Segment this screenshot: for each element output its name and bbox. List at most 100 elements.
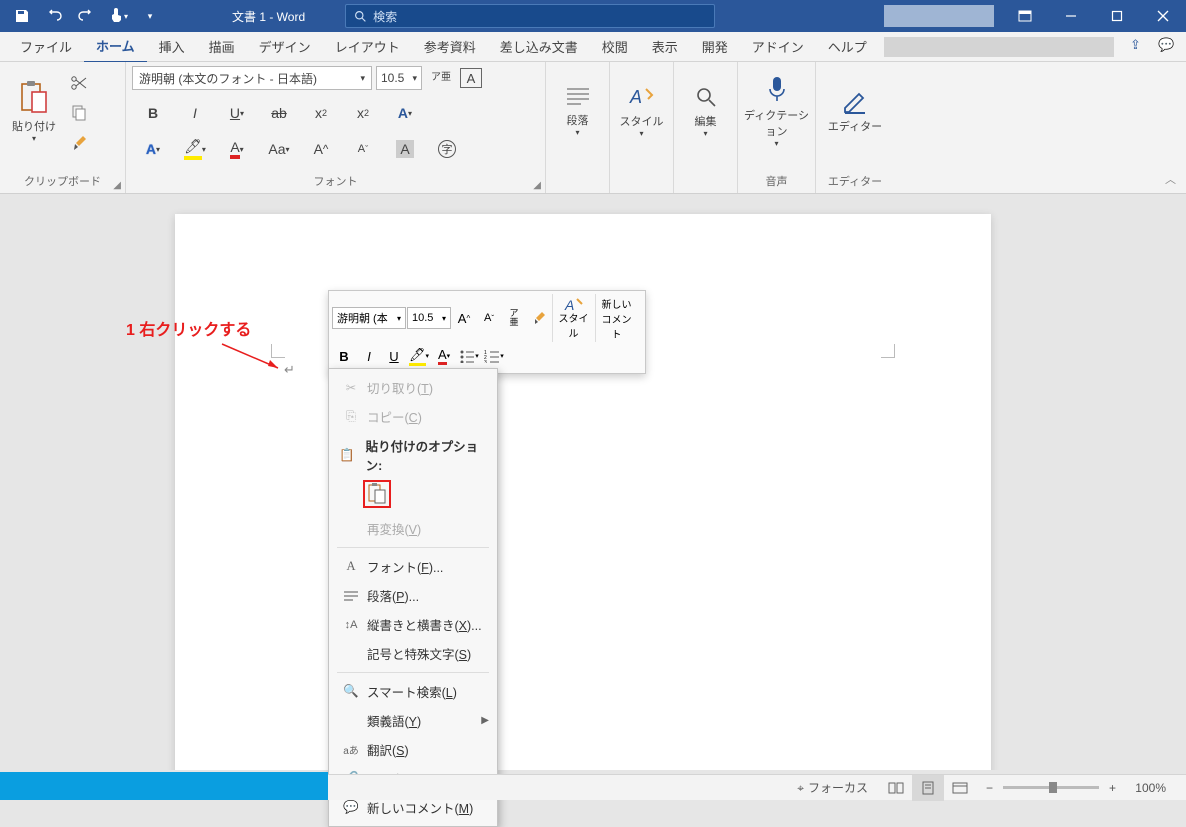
zoom-in[interactable]: +	[1109, 781, 1116, 795]
tab-home[interactable]: ホーム	[84, 30, 147, 64]
sb-print-layout[interactable]	[912, 775, 944, 801]
mini-bold[interactable]: B	[332, 344, 356, 368]
subscript-button[interactable]: x2	[300, 98, 342, 128]
tab-developer[interactable]: 開発	[690, 31, 740, 62]
dictate-button[interactable]: ディクテーション▾	[744, 66, 809, 156]
clipboard-dialog-launcher[interactable]: ◢	[113, 180, 121, 191]
cm-synonyms[interactable]: 類義語(Y) ▶	[329, 706, 497, 735]
phonetic-guide-button[interactable]: ア亜	[426, 66, 456, 90]
editor-button[interactable]: エディター	[822, 66, 888, 156]
italic-button[interactable]: I	[174, 98, 216, 128]
mini-format-painter[interactable]	[527, 306, 551, 330]
collapse-ribbon-button[interactable]: ︿	[1165, 171, 1176, 187]
redo-button[interactable]	[72, 2, 100, 30]
touch-mode-button[interactable]: ▾	[104, 2, 132, 30]
cm-font[interactable]: A フォント(F)...	[329, 552, 497, 581]
maximize-button[interactable]	[1094, 0, 1140, 32]
quick-access-toolbar: ▾ ▾	[0, 2, 172, 30]
sb-web-layout[interactable]	[944, 775, 976, 801]
sb-focus-mode[interactable]: ⌖フォーカス	[785, 779, 880, 796]
enclose-char-button[interactable]: 字	[426, 134, 468, 164]
editing-button[interactable]: 編集▾	[680, 66, 731, 156]
scissors-icon	[70, 74, 88, 92]
cm-smart-lookup[interactable]: 🔍 スマート検索(L)	[329, 677, 497, 706]
cm-text-direction[interactable]: ↕A 縦書きと横書き(X)...	[329, 610, 497, 639]
tab-insert[interactable]: 挿入	[147, 31, 197, 62]
sb-read-mode[interactable]	[880, 775, 912, 801]
copy-button[interactable]	[64, 100, 94, 126]
mini-size-combo[interactable]: 10.5▾	[407, 307, 451, 329]
paragraph-button[interactable]: 段落▾	[552, 66, 603, 156]
strikethrough-button[interactable]: ab	[258, 98, 300, 128]
tab-references[interactable]: 参考資料	[412, 31, 488, 62]
tab-addins[interactable]: アドイン	[740, 31, 816, 62]
search-box[interactable]: 検索	[345, 4, 715, 28]
account-area[interactable]	[884, 37, 1114, 57]
change-case-button[interactable]: Aa▾	[258, 134, 300, 164]
char-border-button[interactable]: A	[460, 68, 482, 88]
copy-icon: ⎘	[339, 409, 363, 424]
cm-paragraph[interactable]: 段落(P)...	[329, 581, 497, 610]
font-size-combo[interactable]: 10.5▾	[376, 66, 422, 90]
zoom-control: − + 100%	[976, 781, 1176, 795]
tab-file[interactable]: ファイル	[8, 31, 84, 62]
mini-italic[interactable]: I	[357, 344, 381, 368]
comments-button[interactable]: 💬	[1158, 37, 1178, 57]
font-dialog-launcher[interactable]: ◢	[533, 180, 541, 191]
group-editor: エディター エディター	[816, 62, 894, 193]
mini-grow-font[interactable]: A^	[452, 306, 476, 330]
close-button[interactable]	[1140, 0, 1186, 32]
cm-symbols[interactable]: 記号と特殊文字(S)	[329, 639, 497, 668]
tab-help[interactable]: ヘルプ	[816, 31, 879, 62]
tab-view[interactable]: 表示	[640, 31, 690, 62]
mini-highlight[interactable]: 🖊▾	[407, 344, 431, 368]
paste-button[interactable]: 貼り付け ▾	[6, 66, 62, 156]
brush-icon	[70, 134, 88, 152]
cm-translate[interactable]: aあ 翻訳(S)	[329, 735, 497, 764]
cut-button[interactable]	[64, 70, 94, 96]
shrink-font-button[interactable]: Aˇ	[342, 134, 384, 164]
mini-font-combo[interactable]: 游明朝 (本▾	[332, 307, 406, 329]
svg-text:A: A	[629, 87, 642, 107]
mini-numbering[interactable]: 123▾	[482, 344, 506, 368]
font-name-combo[interactable]: 游明朝 (本文のフォント - 日本語)▾	[132, 66, 372, 90]
zoom-level[interactable]: 100%	[1126, 781, 1166, 795]
zoom-out[interactable]: −	[986, 781, 993, 795]
cm-reconvert: 再変換(V)	[329, 514, 497, 543]
tab-design[interactable]: デザイン	[247, 31, 323, 62]
title-bar: ▾ ▾ 文書 1 - Word 検索	[0, 0, 1186, 32]
tab-mailings[interactable]: 差し込み文書	[488, 31, 590, 62]
underline-button[interactable]: U ▾	[216, 98, 258, 128]
styles-button[interactable]: A スタイル▾	[616, 66, 667, 156]
font-color-button[interactable]: A▾	[216, 134, 258, 164]
mini-font-color[interactable]: A▾	[432, 344, 456, 368]
cm-paste-keep-source[interactable]	[363, 480, 391, 508]
format-painter-button[interactable]	[64, 130, 94, 156]
minimize-button[interactable]	[1048, 0, 1094, 32]
user-account-box[interactable]	[884, 5, 994, 27]
char-shading-button[interactable]: A	[384, 134, 426, 164]
tab-layout[interactable]: レイアウト	[323, 31, 412, 62]
mini-new-comment[interactable]: 新しいコメント	[595, 294, 637, 342]
tab-review[interactable]: 校閲	[590, 31, 640, 62]
text-effects-button[interactable]: A▾	[384, 98, 426, 128]
grow-font-button[interactable]: A^	[300, 134, 342, 164]
mini-styles[interactable]: A スタイル	[552, 294, 594, 342]
highlight-button[interactable]: 🖊▾	[174, 134, 216, 164]
mini-underline[interactable]: U	[382, 344, 406, 368]
share-button[interactable]: ⇪	[1130, 37, 1150, 57]
text-fill-button[interactable]: A▾	[132, 134, 174, 164]
qat-customize-button[interactable]: ▾	[136, 2, 164, 30]
mini-phonetic[interactable]: ア亜	[502, 306, 526, 330]
save-button[interactable]	[8, 2, 36, 30]
cm-paste-options-header: 📋 貼り付けのオプション:	[329, 431, 497, 477]
tab-draw[interactable]: 描画	[197, 31, 247, 62]
bold-button[interactable]: B	[132, 98, 174, 128]
ribbon: 貼り付け ▾ クリップボード◢ 游明朝 (本文のフォント - 日本語)▾ 10.…	[0, 62, 1186, 194]
mini-bullets[interactable]: ▾	[457, 344, 481, 368]
mini-shrink-font[interactable]: Aˇ	[477, 306, 501, 330]
undo-button[interactable]	[40, 2, 68, 30]
superscript-button[interactable]: x2	[342, 98, 384, 128]
ribbon-display-button[interactable]	[1002, 0, 1048, 32]
zoom-slider[interactable]	[1003, 786, 1099, 789]
